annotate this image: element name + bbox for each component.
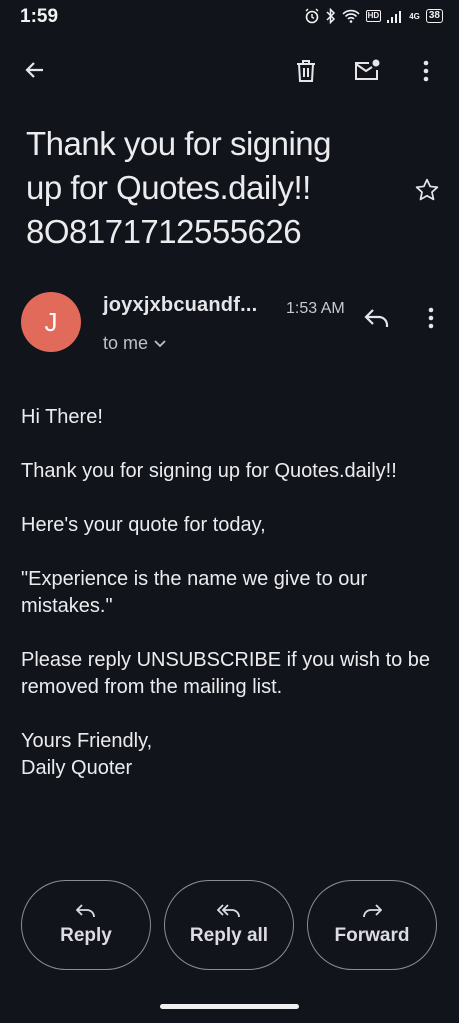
signoff: Yours Friendly, Daily Quoter [21,728,441,782]
reply-all-icon [217,904,240,918]
email-subject: Thank you for signing up for Quotes.dail… [26,122,386,254]
wifi-icon [342,9,360,23]
email-body: Hi There! Thank you for signing up for Q… [21,404,441,782]
reply-button[interactable]: Reply [21,880,151,970]
alarm-icon [305,8,319,24]
body-paragraph: "Experience is the name we give to our m… [21,568,368,617]
reply-icon [76,904,95,918]
trash-icon [297,60,315,82]
body-paragraph: Thank you for signing up for Quotes.dail… [21,460,397,482]
mail-unread-icon [355,59,380,80]
status-time: 1:59 [20,6,59,27]
more-options-button[interactable] [404,49,448,93]
hd-badge: HD [365,10,382,22]
reply-all-label: Reply all [189,925,269,946]
forward-label: Forward [334,925,410,946]
status-icons: HD 4G 38 [304,8,443,24]
network-type: 4G [409,11,420,21]
message-more-button[interactable] [409,296,453,340]
signal-icon [387,11,402,23]
email-time: 1:53 AM [286,300,345,317]
mark-unread-button[interactable] [345,49,389,93]
avatar[interactable]: J [21,292,81,352]
battery-icon: 38 [425,9,443,23]
arrow-left-icon [25,62,43,78]
body-paragraph: Here's your quote for today, [21,514,266,536]
bluetooth-icon [326,8,335,24]
recipient-label: to me [103,333,149,353]
forward-icon [363,904,382,918]
signoff-line: Daily Quoter [21,757,133,779]
subject-line: Thank you for signing [26,125,332,162]
home-indicator[interactable] [160,1004,299,1009]
forward-button[interactable]: Forward [307,880,437,970]
recipient-details[interactable]: to me [103,333,166,354]
quick-reply-button[interactable] [355,296,399,340]
reply-label: Reply [60,925,112,946]
star-button[interactable] [405,168,449,212]
subject-line: 8O8171712555626 [26,213,302,250]
chevron-down-icon [154,339,166,347]
more-vertical-icon [423,60,429,82]
signoff-line: Yours Friendly, [21,730,153,752]
reply-all-button[interactable]: Reply all [164,880,294,970]
body-paragraph: Hi There! [21,406,103,428]
delete-button[interactable] [284,49,328,93]
star-icon [415,178,439,201]
sender-name[interactable]: joyxjxbcuandf... [103,294,257,317]
more-vertical-icon [428,307,434,329]
reply-icon [364,309,389,327]
body-paragraph: Please reply UNSUBSCRIBE if you wish to … [21,649,431,698]
subject-line: up for Quotes.daily!! [26,169,311,206]
back-button[interactable] [13,48,57,92]
